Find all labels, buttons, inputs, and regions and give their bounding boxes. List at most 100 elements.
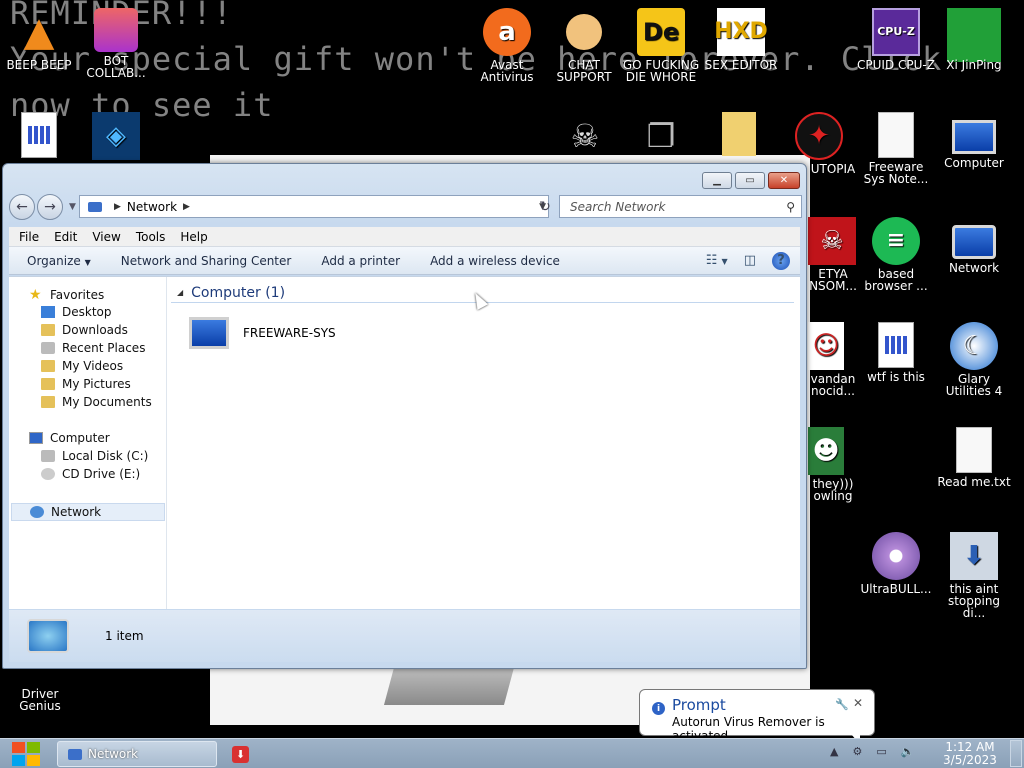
desktop-icon-windows-stack[interactable]: ❐ (622, 112, 700, 163)
desktop-icon-cube[interactable]: ◈ (77, 112, 155, 163)
add-wireless-device-button[interactable]: Add a wireless device (430, 254, 560, 268)
desktop-icon-readme[interactable]: Read me.txt (935, 427, 1013, 488)
nav-label: Downloads (62, 323, 128, 337)
nav-label: Network (51, 505, 102, 519)
desktop-icon-avast[interactable]: a Avast Antivirus (468, 8, 546, 83)
desktop-icon-bot-collab[interactable]: BOT COLLAB... (77, 8, 155, 79)
nav-desktop[interactable]: Desktop (41, 305, 112, 319)
options-wrench-icon[interactable]: 🔧 (835, 698, 849, 711)
taskbar-network-button[interactable]: Network (57, 741, 217, 767)
menu-help[interactable]: Help (180, 230, 207, 244)
add-printer-button[interactable]: Add a printer (321, 254, 400, 268)
desktop-icon-glary[interactable]: ☾ Glary Utilities 4 (935, 322, 1013, 397)
computer-icon (189, 317, 229, 349)
nav-label: Computer (50, 431, 110, 445)
document-icon (878, 322, 914, 368)
desktop-icon-based-browser[interactable]: ≡ based browser ... (857, 217, 935, 292)
explorer-window: ▁ ▭ ✕ ← → ▼ ▶ Network ▶ ▼ ↻ Search Netwo… (2, 163, 807, 669)
download-arrow-icon[interactable]: ⬇ (232, 746, 249, 763)
refresh-icon[interactable]: ↻ (535, 197, 555, 217)
autorun-remover-tray-icon[interactable]: ⚙ (852, 745, 862, 758)
desktop-icon-cpuz[interactable]: CPU-Z CPUID CPU-Z (857, 8, 935, 71)
item-count: 1 item (105, 629, 144, 643)
menu-file[interactable]: File (19, 230, 39, 244)
forward-button[interactable]: → (37, 194, 63, 220)
close-button[interactable]: ✕ (768, 172, 800, 189)
desktop-icon-sex-editor[interactable]: HXD SEX EDITOR (702, 8, 780, 71)
taskbar-button-label: Network (88, 747, 139, 761)
network-status-icon[interactable]: ▭ (876, 745, 886, 758)
desktop-icon-label: Freeware Sys Note... (863, 160, 929, 186)
nav-cd-drive[interactable]: CD Drive (E:) (41, 467, 140, 481)
windows-stack-icon: ❐ (646, 117, 676, 155)
desktop-icon-computer[interactable]: Computer (935, 112, 1013, 169)
desktop-icon-folder[interactable] (700, 112, 778, 159)
nav-network[interactable]: Network (11, 503, 165, 521)
desktop-icon-skull-ring[interactable]: ☠ (546, 112, 624, 163)
desktop-icon-document[interactable] (0, 112, 78, 161)
maximize-button[interactable]: ▭ (735, 172, 765, 189)
downloads-folder-icon (41, 324, 55, 336)
desktop-icon-de[interactable]: De GO FUCKING DIE WHORE (622, 8, 700, 83)
nav-downloads[interactable]: Downloads (41, 323, 128, 337)
network-icon (952, 225, 996, 259)
nav-label: My Documents (62, 395, 152, 409)
close-icon[interactable]: ✕ (853, 696, 863, 710)
list-item[interactable]: FREEWARE-SYS (189, 317, 336, 349)
disc-icon (872, 532, 920, 580)
breadcrumb-arrow-icon[interactable]: ▶ (114, 202, 121, 212)
skull-icon: ☠ (808, 217, 856, 265)
text-file-icon (956, 427, 992, 473)
nav-my-documents[interactable]: My Documents (41, 395, 152, 409)
help-icon[interactable]: ? (772, 251, 790, 270)
nav-favorites[interactable]: ★ Favorites (29, 287, 104, 303)
desktop-icon-wtf[interactable]: wtf is this (857, 322, 935, 383)
show-hidden-icons-icon[interactable]: ▲ (830, 745, 838, 758)
recent-pages-chevron-icon[interactable]: ▼ (69, 202, 76, 212)
desktop-icon-driver-genius[interactable]: Driver Genius (0, 688, 80, 712)
address-bar[interactable]: ▶ Network ▶ ▼ (79, 195, 549, 218)
navigation-pane: ★ Favorites Desktop Downloads Recent Plac… (9, 277, 167, 609)
collapse-triangle-icon[interactable]: ◢ (177, 288, 183, 297)
santa-icon: ☻ (808, 427, 844, 475)
preview-pane-icon[interactable]: ◫ (744, 253, 756, 268)
start-button[interactable] (6, 741, 46, 767)
desktop-icon-label: UltraBULL... (860, 582, 932, 596)
nav-local-disk[interactable]: Local Disk (C:) (41, 449, 148, 463)
nav-computer[interactable]: Computer (29, 431, 110, 445)
search-icon[interactable]: ⚲ (786, 200, 795, 214)
desktop-icon-freeware-notes[interactable]: Freeware Sys Note... (857, 112, 935, 185)
window-titlebar[interactable]: ▁ ▭ ✕ (3, 164, 806, 194)
desktop-icon-xi-jinping[interactable]: Xi JinPing (935, 8, 1013, 71)
network-globe-icon (27, 619, 69, 653)
search-input[interactable]: Search Network ⚲ (559, 195, 802, 218)
desktop-icon-network[interactable]: Network (935, 217, 1013, 274)
volume-icon[interactable]: 🔈 (901, 745, 915, 758)
clock[interactable]: 1:12 AM 3/5/2023 (938, 741, 1002, 767)
organize-button[interactable]: Organize ▼ (27, 254, 91, 268)
desktop-icon-ultrabull[interactable]: UltraBULL... (857, 532, 935, 595)
desktop-icon-beep-beep[interactable]: ▲ BEEP BEEP (0, 8, 78, 71)
minimize-button[interactable]: ▁ (702, 172, 732, 189)
desktop-icon-chat-support[interactable]: CHAT SUPPORT (545, 8, 623, 83)
nav-my-pictures[interactable]: My Pictures (41, 377, 131, 391)
menu-edit[interactable]: Edit (54, 230, 77, 244)
notification-balloon[interactable]: i Prompt Autorun Virus Remover is activa… (639, 689, 875, 745)
network-sharing-center-button[interactable]: Network and Sharing Center (121, 254, 292, 268)
show-desktop-button[interactable] (1010, 740, 1022, 767)
xijinping-icon (947, 8, 1001, 62)
change-view-icon[interactable]: ☷ ▼ (706, 253, 728, 268)
nav-recent-places[interactable]: Recent Places (41, 341, 145, 355)
breadcrumb-arrow-icon[interactable]: ▶ (183, 202, 190, 212)
organize-label: Organize (27, 253, 81, 268)
nav-my-videos[interactable]: My Videos (41, 359, 123, 373)
desktop-icon-label: Glary Utilities 4 (945, 372, 1003, 398)
recent-places-icon (41, 342, 55, 354)
back-button[interactable]: ← (9, 194, 35, 220)
group-header-label: Computer (1) (191, 284, 286, 301)
menu-tools[interactable]: Tools (136, 230, 166, 244)
desktop-icon-label: this aint stopping di... (947, 582, 1001, 620)
breadcrumb-network[interactable]: Network (127, 200, 177, 214)
desktop-icon-this-aint-stopping[interactable]: ⬇ this aint stopping di... (935, 532, 1013, 619)
menu-view[interactable]: View (92, 230, 120, 244)
